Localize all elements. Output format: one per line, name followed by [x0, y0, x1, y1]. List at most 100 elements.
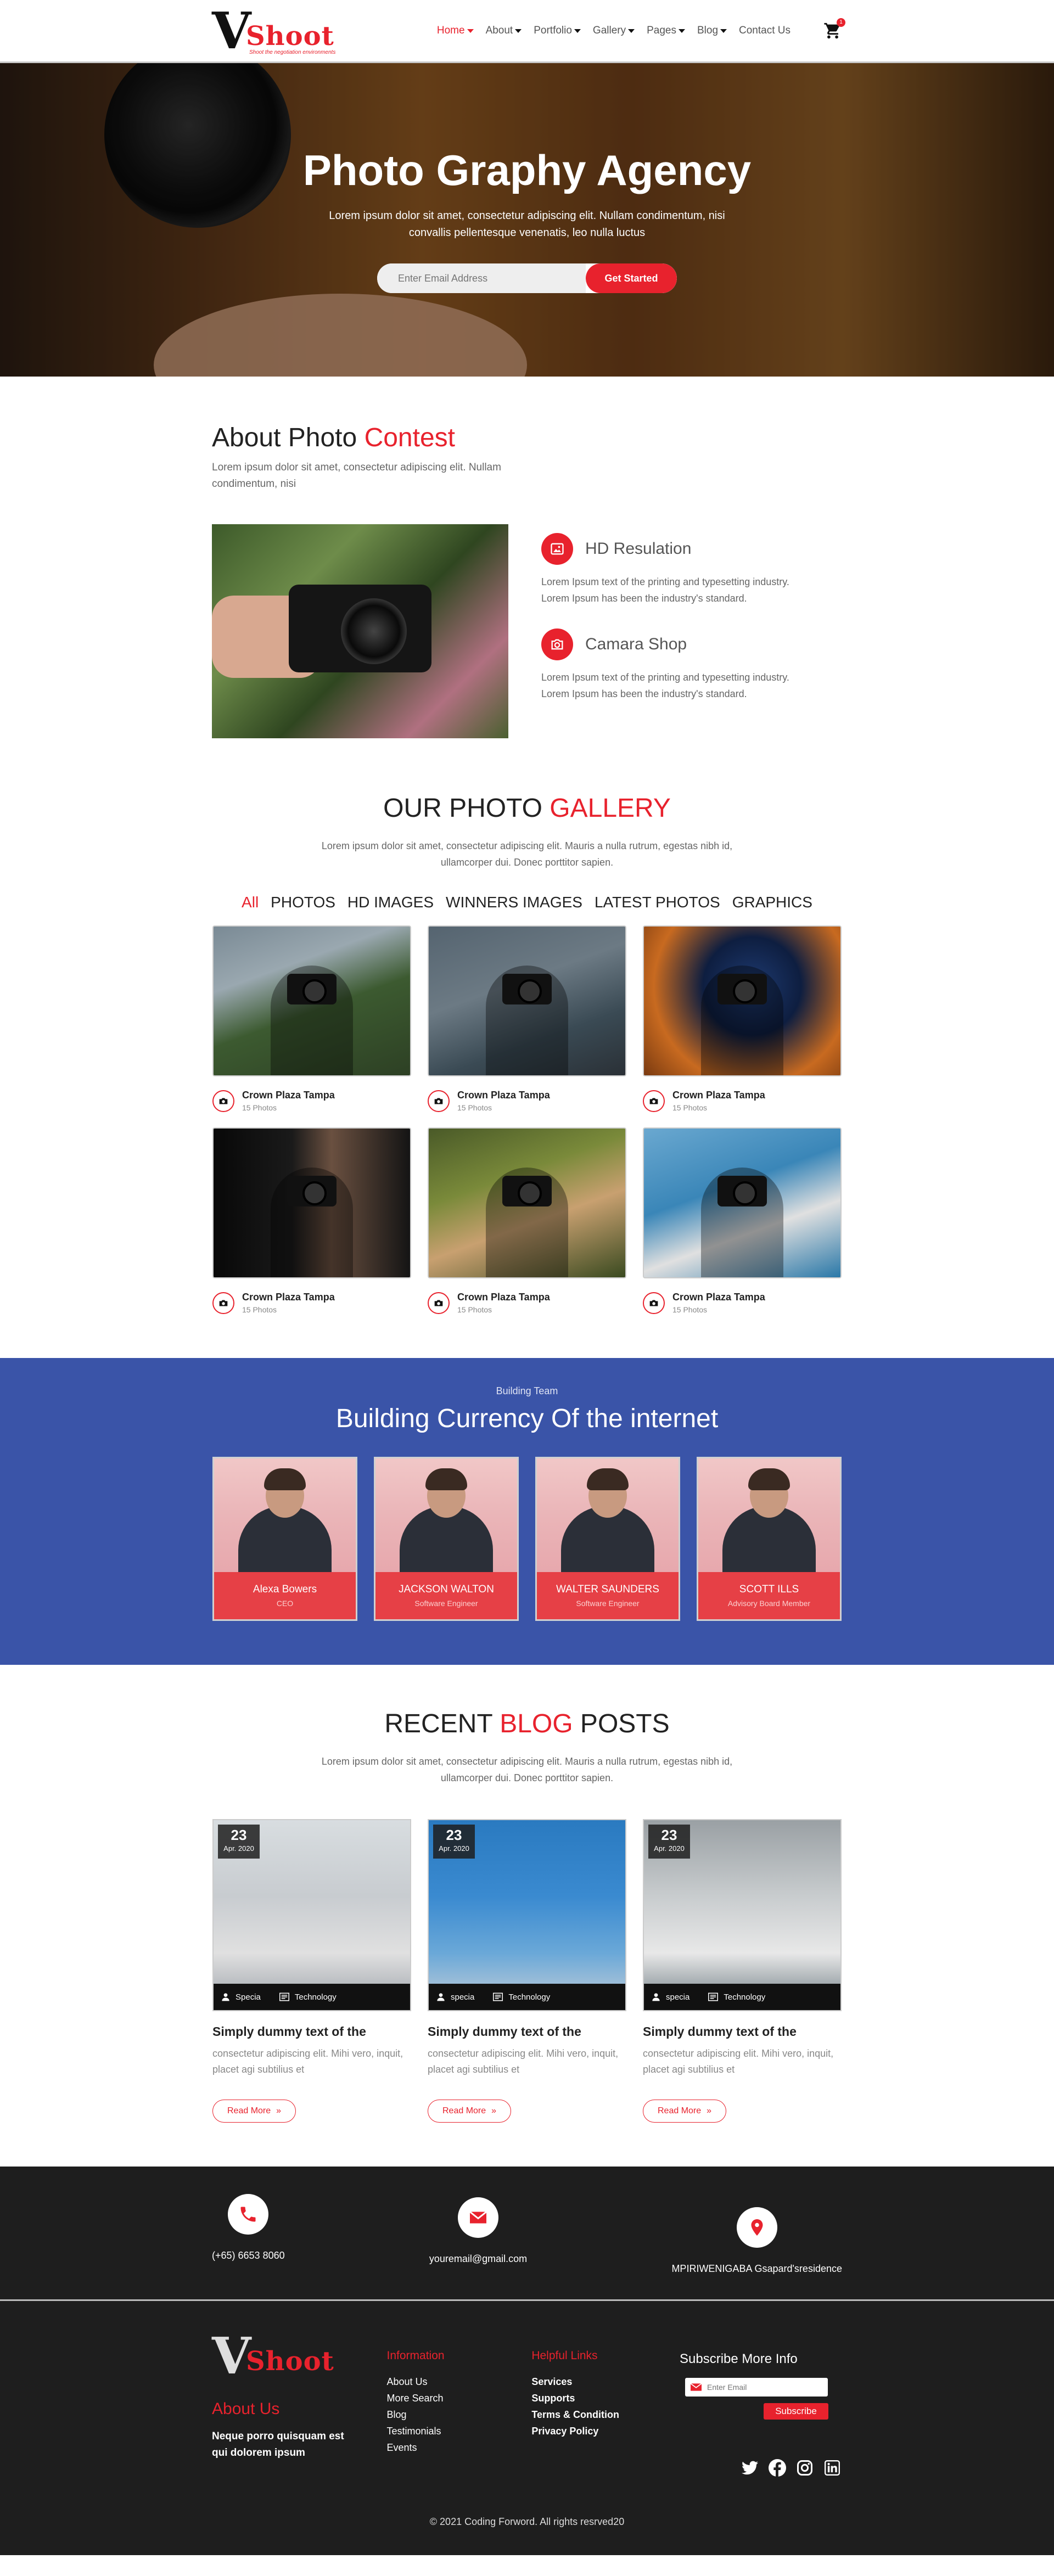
- team-member-card[interactable]: WALTER SAUNDERS Software Engineer: [535, 1457, 680, 1621]
- camera-shape: [717, 973, 767, 1004]
- nav-pages[interactable]: Pages: [647, 25, 685, 37]
- camera-shape: [289, 585, 431, 672]
- gallery-photo[interactable]: [643, 925, 842, 1076]
- post-author-name: Specia: [236, 1992, 261, 2002]
- gallery-card[interactable]: Crown Plaza Tampa 15 Photos: [428, 925, 626, 1112]
- gallery-card-count: 15 Photos: [457, 1305, 492, 1314]
- filter-all[interactable]: All: [242, 894, 259, 911]
- team-section: Building Team Building Currency Of the i…: [0, 1358, 1054, 1665]
- post-category[interactable]: Technology: [493, 1993, 550, 2002]
- filter-latest-photos[interactable]: LATEST PHOTOS: [595, 894, 720, 911]
- post-author[interactable]: Specia: [221, 1993, 261, 2002]
- post-title[interactable]: Simply dummy text of the: [643, 2024, 842, 2039]
- gallery-title-b: GALLERY: [550, 794, 671, 823]
- gallery-card[interactable]: Crown Plaza Tampa 15 Photos: [212, 1127, 411, 1314]
- team-member-card[interactable]: Alexa Bowers CEO: [212, 1457, 357, 1621]
- nav-label: Blog: [697, 25, 719, 36]
- feature-item: Camara Shop Lorem Ipsum text of the prin…: [541, 628, 799, 702]
- nav-home[interactable]: Home: [437, 25, 474, 37]
- team-members: Alexa Bowers CEO JACKSON WALTON Software E…: [212, 1457, 842, 1621]
- post-month: Apr. 2020: [654, 1844, 685, 1853]
- nav-about[interactable]: About: [486, 25, 522, 37]
- read-more-button[interactable]: Read More »: [428, 2100, 512, 2123]
- user-icon: [222, 1993, 229, 2001]
- team-member-card[interactable]: JACKSON WALTON Software Engineer: [374, 1457, 519, 1621]
- camera-shape: [287, 1175, 337, 1206]
- footer-link[interactable]: Blog: [387, 2406, 532, 2423]
- gallery-card[interactable]: Crown Plaza Tampa 15 Photos: [643, 925, 842, 1112]
- blog-post: 23 Apr. 2020 Specia Technology Simply dum…: [212, 1819, 411, 2123]
- filter-hd-images[interactable]: HD IMAGES: [347, 894, 434, 911]
- contact-email[interactable]: youremail@gmail.com: [429, 2197, 527, 2275]
- nav-label: Contact Us: [739, 25, 790, 36]
- post-excerpt: consectetur adipiscing elit. Mihi vero, …: [212, 2048, 403, 2075]
- nav-gallery[interactable]: Gallery: [593, 25, 635, 37]
- gallery-card[interactable]: Crown Plaza Tampa 15 Photos: [212, 925, 411, 1112]
- gallery-photo[interactable]: [212, 925, 411, 1076]
- gallery-photo[interactable]: [428, 925, 626, 1076]
- footer-link[interactable]: About Us: [387, 2373, 532, 2390]
- post-author[interactable]: specia: [652, 1993, 689, 2002]
- post-title[interactable]: Simply dummy text of the: [212, 2024, 411, 2039]
- footer-link[interactable]: Services: [531, 2373, 680, 2390]
- nav-blog[interactable]: Blog: [697, 25, 727, 37]
- hero-text: Lorem ipsum dolor sit amet, consectetur …: [329, 210, 725, 239]
- twitter-icon[interactable]: [740, 2458, 760, 2478]
- read-more-button[interactable]: Read More »: [643, 2100, 727, 2123]
- post-author[interactable]: specia: [436, 1993, 474, 2002]
- filter-graphics[interactable]: GRAPHICS: [732, 894, 812, 911]
- get-started-button[interactable]: Get Started: [586, 263, 677, 293]
- post-category[interactable]: Technology: [708, 1993, 765, 2002]
- member-photo: [375, 1458, 517, 1572]
- contact-address[interactable]: MPIRIWENIGABA Gsapard'sresidence: [671, 2207, 842, 2275]
- blog-image[interactable]: 23 Apr. 2020 specia Technology: [428, 1819, 626, 2011]
- post-category[interactable]: Technology: [279, 1993, 337, 2002]
- footer-subscribe: Subscribe More Info Subscribe: [680, 2328, 842, 2478]
- blog-image[interactable]: 23 Apr. 2020 specia Technology: [643, 1819, 842, 2011]
- footer-link[interactable]: Events: [387, 2439, 532, 2456]
- team-member-card[interactable]: SCOTT ILLS Advisory Board Member: [697, 1457, 842, 1621]
- gallery-photo[interactable]: [428, 1127, 626, 1278]
- gallery-card[interactable]: Crown Plaza Tampa 15 Photos: [428, 1127, 626, 1314]
- gallery-photo[interactable]: [212, 1127, 411, 1278]
- blog-subtitle: Lorem ipsum dolor sit amet, consectetur …: [321, 1756, 733, 1783]
- camera-icon: [428, 1292, 450, 1314]
- gallery-title: OUR PHOTO GALLERY: [212, 793, 842, 823]
- footer-link[interactable]: Privacy Policy: [531, 2423, 680, 2439]
- nav-portfolio[interactable]: Portfolio: [534, 25, 581, 37]
- footer-link[interactable]: Supports: [531, 2390, 680, 2406]
- post-title[interactable]: Simply dummy text of the: [428, 2024, 626, 2039]
- instagram-icon[interactable]: [795, 2458, 815, 2478]
- linkedin-icon[interactable]: [822, 2458, 842, 2478]
- about-title-b: Contest: [364, 423, 455, 452]
- subscribe-email-input[interactable]: [707, 2383, 817, 2392]
- logo-v: V: [212, 1, 251, 60]
- site-logo[interactable]: V Shoot Shoot the negotiation environmen…: [212, 3, 338, 58]
- read-more-button[interactable]: Read More »: [212, 2100, 296, 2123]
- filter-photos[interactable]: PHOTOS: [271, 894, 335, 911]
- facebook-icon[interactable]: [767, 2458, 787, 2478]
- gallery-card[interactable]: Crown Plaza Tampa 15 Photos: [643, 1127, 842, 1314]
- member-role: CEO: [276, 1599, 294, 1608]
- team-title: Building Currency Of the internet: [335, 1404, 719, 1433]
- image-icon: [541, 533, 573, 565]
- footer-link[interactable]: Terms & Condition: [531, 2406, 680, 2423]
- footer-logo[interactable]: V Shoot: [212, 2328, 338, 2383]
- footer-link[interactable]: Testimonials: [387, 2423, 532, 2439]
- post-category-name: Technology: [724, 1992, 766, 2002]
- gallery-card-count: 15 Photos: [672, 1305, 708, 1314]
- blog-title-a: RECENT: [384, 1709, 492, 1738]
- subscribe-button[interactable]: Subscribe: [764, 2403, 828, 2420]
- gallery-grid: Crown Plaza Tampa 15 Photos Crown Plaza T…: [212, 925, 842, 1314]
- blog-image[interactable]: 23 Apr. 2020 Specia Technology: [212, 1819, 411, 2011]
- contact-phone[interactable]: (+65) 6653 8060: [212, 2194, 285, 2275]
- filter-winners-images[interactable]: WINNERS IMAGES: [446, 894, 582, 911]
- footer-link[interactable]: More Search: [387, 2390, 532, 2406]
- camera-icon: [643, 1090, 665, 1112]
- member-role: Advisory Board Member: [727, 1599, 811, 1608]
- nav-contact[interactable]: Contact Us: [739, 25, 790, 37]
- gallery-photo[interactable]: [643, 1127, 842, 1278]
- cart-button[interactable]: 1: [823, 18, 845, 40]
- camera-shape: [502, 1175, 552, 1206]
- hero-email-input[interactable]: [377, 263, 586, 293]
